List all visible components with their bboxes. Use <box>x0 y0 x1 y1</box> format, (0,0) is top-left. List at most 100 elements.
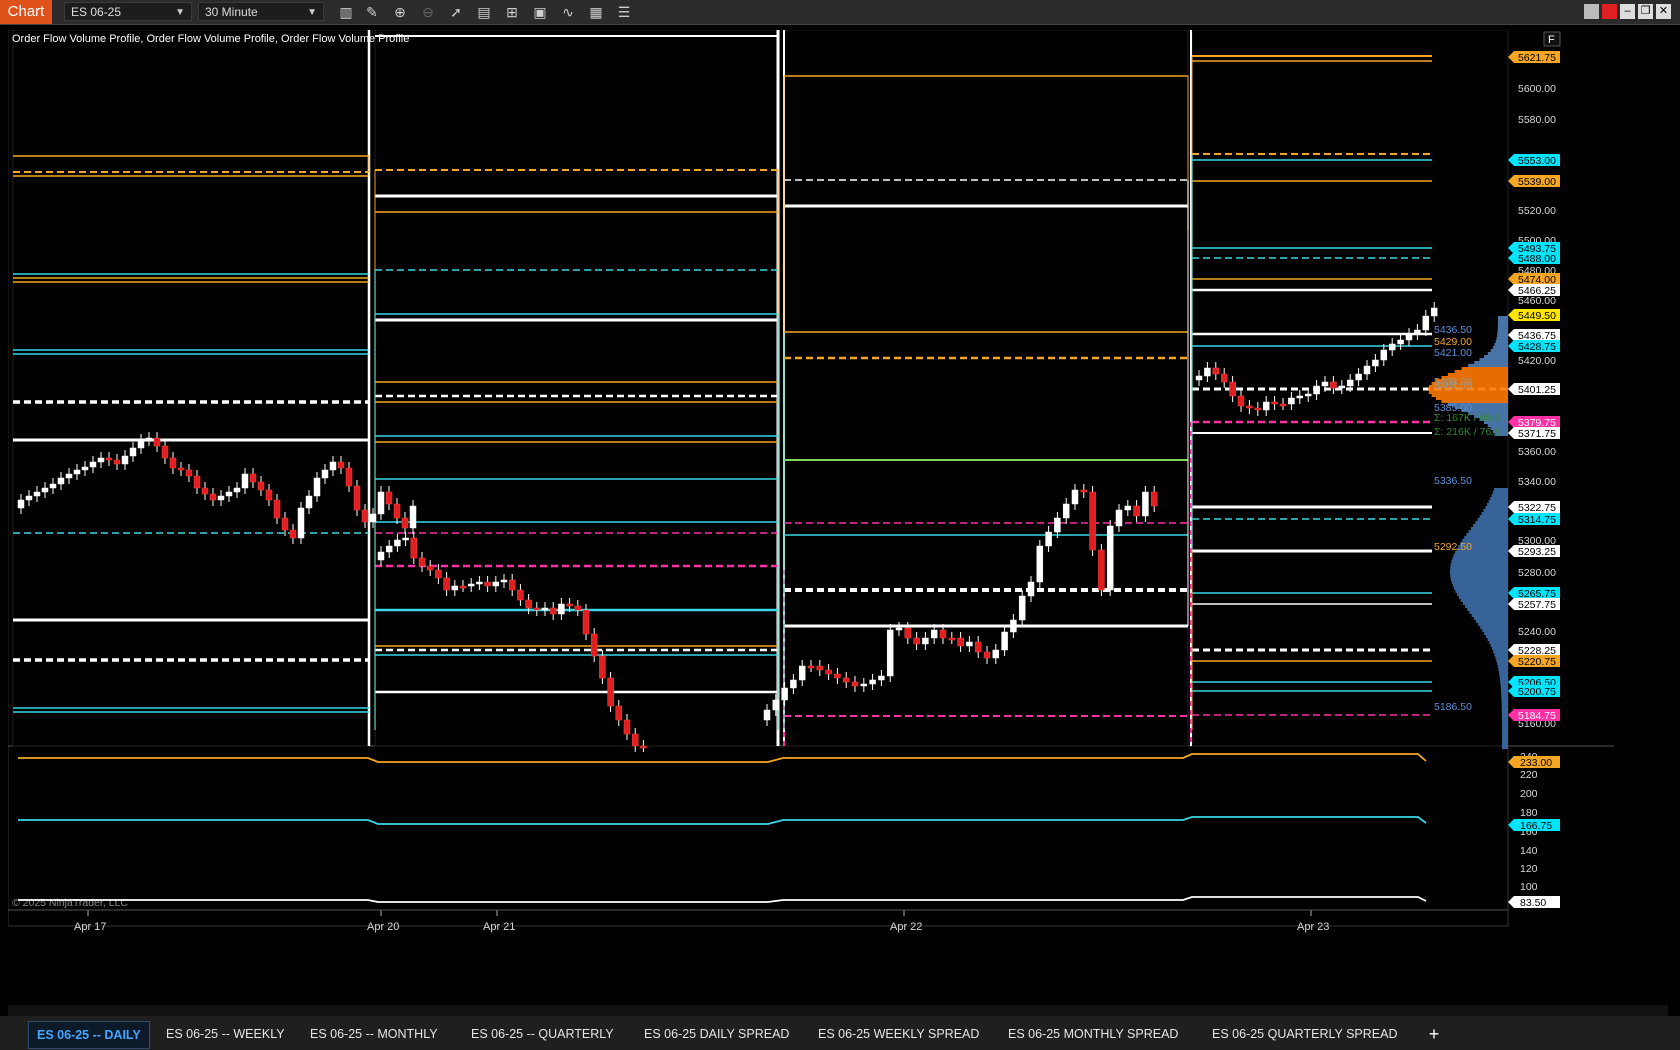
candle-body <box>500 579 508 583</box>
price-chart[interactable]: Order Flow Volume Profile, Order Flow Vo… <box>8 30 1614 978</box>
volume-profile-bar <box>1501 707 1508 710</box>
volume-profile-bar <box>1501 731 1508 734</box>
candle-body <box>922 637 929 645</box>
volume-profile-bar <box>1501 725 1508 728</box>
volume-profile-bar <box>1457 593 1508 596</box>
volume-profile-bar <box>1468 364 1508 367</box>
candle-body <box>81 466 89 471</box>
close-icon[interactable]: ✕ <box>1656 4 1671 19</box>
tab-monthly-spread[interactable]: ES 06-25 MONTHLY SPREAD <box>1000 1021 1186 1047</box>
volume-profile-bar <box>1467 608 1508 611</box>
zoom-out-icon[interactable]: ⊖ <box>419 3 437 21</box>
indicator-icon[interactable]: ▦ <box>587 3 605 21</box>
candle-body <box>1346 379 1354 387</box>
volume-profile-bar <box>1491 647 1508 650</box>
bar-type-icon[interactable]: ▥ <box>337 3 355 21</box>
chart-tab[interactable]: Chart <box>0 0 52 24</box>
candle-body <box>1089 491 1096 551</box>
tab-weekly-spread[interactable]: ES 06-25 WEEKLY SPREAD <box>810 1021 987 1047</box>
volume-profile-bar <box>1468 530 1508 533</box>
volume-profile-bar <box>1497 662 1508 665</box>
candle-body <box>1397 339 1404 345</box>
candle-body <box>533 607 541 611</box>
volume-profile-bar <box>1470 527 1508 530</box>
candle-body <box>89 461 97 468</box>
price-badge-label: 5621.75 <box>1518 52 1556 64</box>
candle-body <box>492 581 500 587</box>
indicator-label: Order Flow Volume Profile, Order Flow Vo… <box>12 33 409 45</box>
candle-body <box>1054 517 1061 533</box>
restore-icon[interactable] <box>1584 4 1599 19</box>
volume-profile-bar <box>1501 728 1508 731</box>
volume-profile-bar <box>1487 503 1508 506</box>
sub-plot-area <box>8 745 1509 927</box>
tab-monthly[interactable]: ES 06-25 -- MONTHLY <box>302 1021 446 1047</box>
candle-body <box>201 487 209 495</box>
volume-profile-bar <box>1450 572 1508 575</box>
bottom-tab-bar: ES 06-25 -- DAILY ES 06-25 -- WEEKLY ES … <box>0 1016 1680 1050</box>
instrument-selector[interactable]: ES 06-25 ▼ <box>64 2 192 21</box>
minimize-icon[interactable]: – <box>1620 4 1635 19</box>
tab-daily[interactable]: ES 06-25 -- DAILY <box>28 1021 150 1049</box>
strategy-icon[interactable]: ∿ <box>559 3 577 21</box>
candle-body <box>1010 619 1017 633</box>
pointer-icon[interactable]: ➚ <box>447 3 465 21</box>
volume-profile-bar <box>1431 394 1508 397</box>
sub-axis-label: 220 <box>1520 769 1538 781</box>
candle-body <box>541 607 549 611</box>
volume-profile-bar <box>1453 554 1508 557</box>
date-axis-label: Apr 21 <box>483 921 515 933</box>
volume-profile-bar <box>1491 494 1508 497</box>
data-box-icon[interactable]: ⊞ <box>503 3 521 21</box>
date-axis-label: Apr 20 <box>367 921 399 933</box>
volume-profile-bar <box>1452 584 1508 587</box>
volume-profile-bar <box>1501 737 1508 740</box>
candle-body <box>1313 385 1320 395</box>
candle-body <box>895 627 903 631</box>
sub-axis-label: 200 <box>1520 788 1538 800</box>
chevron-down-icon: ▼ <box>307 7 317 18</box>
add-tab-button[interactable]: + <box>1424 1021 1444 1047</box>
candle-body <box>525 599 532 609</box>
price-axis-label: 5360.00 <box>1518 446 1556 458</box>
tab-quarterly[interactable]: ES 06-25 -- QUARTERLY <box>463 1021 622 1047</box>
candle-body <box>957 637 964 647</box>
tab-weekly[interactable]: ES 06-25 -- WEEKLY <box>158 1021 293 1047</box>
volume-profile-bar <box>1501 713 1508 716</box>
volume-profile-bar <box>1451 581 1508 584</box>
color-icon[interactable] <box>1602 4 1617 19</box>
profile-label: 5404.00 <box>1434 380 1472 392</box>
volume-profile-bar <box>1501 740 1508 743</box>
tab-daily-spread[interactable]: ES 06-25 DAILY SPREAD <box>636 1021 797 1047</box>
maximize-icon[interactable]: ❐ <box>1638 4 1653 19</box>
profile-label: 5436.50 <box>1434 324 1472 336</box>
candle-body <box>1212 367 1220 375</box>
volume-profile-bar <box>1497 334 1508 337</box>
profile-label: 5186.50 <box>1434 701 1472 713</box>
volume-profile-bar <box>1500 683 1508 686</box>
candle-body <box>185 469 193 477</box>
draw-pencil-icon[interactable]: ✎ <box>363 3 381 21</box>
candle-body <box>401 517 409 529</box>
zoom-in-icon[interactable]: ⊕ <box>391 3 409 21</box>
profile-label: 5292.50 <box>1434 541 1472 553</box>
price-axis-label: 5580.00 <box>1518 114 1556 126</box>
candle-body <box>781 687 788 701</box>
properties-icon[interactable]: ▤ <box>475 3 493 21</box>
candle-body <box>410 537 418 559</box>
candle-body <box>121 455 129 465</box>
tab-quarterly-spread[interactable]: ES 06-25 QUARTERLY SPREAD <box>1204 1021 1406 1047</box>
timeframe-selector[interactable]: 30 Minute ▼ <box>198 2 324 21</box>
candle-body <box>1262 401 1270 411</box>
price-badge-label: 5428.75 <box>1518 341 1556 353</box>
volume-profile-bar <box>1450 575 1508 578</box>
chevron-down-icon: ▼ <box>175 7 185 18</box>
volume-profile-bar <box>1450 563 1508 566</box>
candle-body <box>1363 365 1371 375</box>
candle-body <box>549 607 557 615</box>
date-axis-label: Apr 22 <box>890 921 922 933</box>
volume-profile-bar <box>1464 605 1508 608</box>
list-icon[interactable]: ☰ <box>615 3 633 21</box>
template-icon[interactable]: ▣ <box>531 3 549 21</box>
candle-body <box>33 491 41 497</box>
